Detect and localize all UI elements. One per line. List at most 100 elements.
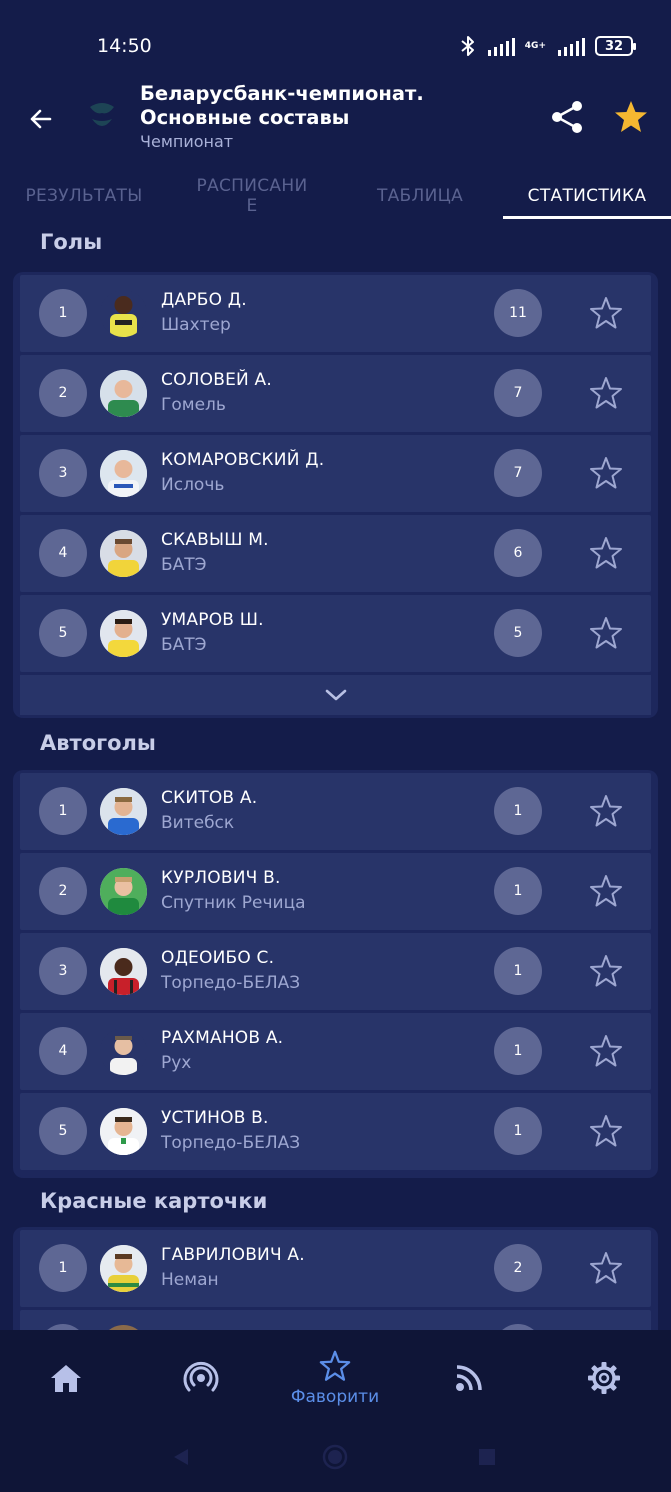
list-item[interactable]: 3 ОДЕОИБО С. Торпедо-БЕЛАЗ 1 (20, 933, 651, 1010)
star-outline-icon[interactable] (588, 953, 624, 989)
home-icon (51, 1364, 81, 1392)
player-team: Торпедо-БЕЛАЗ (161, 973, 301, 993)
status-time: 14:50 (97, 35, 152, 57)
list-item[interactable]: 5 УМАРОВ Ш. БАТЭ 5 (20, 595, 651, 672)
goals-card: 1 ДАРБО Д. Шахтер 11 2 СОЛОВЕЙ А. Гомель… (13, 272, 658, 718)
list-item[interactable]: 1 ДАРБО Д. Шахтер 11 (20, 275, 651, 352)
star-outline-icon[interactable] (588, 375, 624, 411)
rank-badge: 3 (39, 449, 87, 497)
player-team: Спутник Речица (161, 893, 306, 913)
player-team: Рух (161, 1053, 192, 1073)
list-item[interactable]: 2 КУРЛОВИЧ В. Спутник Речица 1 (20, 853, 651, 930)
stat-value: 11 (494, 289, 542, 337)
home-circle-icon[interactable] (322, 1444, 348, 1470)
list-item[interactable]: 1 СКИТОВ А. Витебск 1 (20, 773, 651, 850)
avatar (100, 370, 147, 417)
avatar (100, 1245, 147, 1292)
back-triangle-icon[interactable] (172, 1447, 190, 1467)
avatar (100, 868, 147, 915)
star-outline-icon[interactable] (588, 295, 624, 331)
avatar (100, 1108, 147, 1155)
tab-results[interactable]: РЕЗУЛЬТАТЫ (0, 170, 168, 222)
list-item[interactable]: 4 СКАВЫШ М. БАТЭ 6 (20, 515, 651, 592)
star-outline-icon[interactable] (588, 455, 624, 491)
battery-icon: 32 (595, 36, 636, 56)
list-item[interactable]: 3 КОМАРОВСКИЙ Д. Ислочь 7 (20, 435, 651, 512)
share-icon[interactable] (548, 98, 586, 136)
player-name: УСТИНОВ В. (161, 1108, 269, 1128)
expand-list-button[interactable] (20, 675, 651, 715)
rank-badge: 5 (39, 1107, 87, 1155)
battery-level: 32 (604, 38, 624, 54)
player-team: Гомель (161, 395, 226, 415)
rank-badge: 3 (39, 947, 87, 995)
stat-value: 1 (494, 947, 542, 995)
stat-value: 6 (494, 529, 542, 577)
signal-icon-2 (558, 36, 585, 56)
rank-badge: 1 (39, 1244, 87, 1292)
player-team: Шахтер (161, 315, 231, 335)
player-name: ДАРБО Д. (161, 290, 247, 310)
star-outline-icon[interactable] (588, 1113, 624, 1149)
player-team: БАТЭ (161, 555, 207, 575)
back-arrow-icon[interactable] (24, 102, 58, 136)
stat-value: 7 (494, 449, 542, 497)
page-subtitle: Чемпионат (140, 132, 234, 151)
tab-statistics[interactable]: СТАТИСТИКА (503, 170, 671, 222)
active-tab-indicator (503, 216, 671, 219)
player-name: СОЛОВЕЙ А. (161, 370, 272, 390)
nav-live[interactable] (141, 1330, 261, 1425)
avatar (100, 450, 147, 497)
star-outline-icon[interactable] (588, 1033, 624, 1069)
red-cards-card: 1 ГАВРИЛОВИЧ А. Неман 2 (13, 1227, 658, 1330)
list-item[interactable] (20, 1310, 651, 1330)
star-outline-icon[interactable] (588, 873, 624, 909)
app-header: Беларусбанк-чемпионат. Основные составы … (0, 80, 671, 160)
settings-gear-icon (588, 1361, 620, 1394)
section-title-own-goals: Автоголы (40, 731, 156, 755)
list-item[interactable]: 2 СОЛОВЕЙ А. Гомель 7 (20, 355, 651, 432)
recents-square-icon[interactable] (478, 1448, 496, 1466)
player-team: Неман (161, 1270, 219, 1290)
stat-value: 2 (494, 1244, 542, 1292)
player-team: Ислочь (161, 475, 225, 495)
player-name: КУРЛОВИЧ В. (161, 868, 281, 888)
stat-value: 1 (494, 867, 542, 915)
star-filled-icon[interactable] (612, 98, 650, 136)
list-item[interactable]: 4 РАХМАНОВ А. Рух 1 (20, 1013, 651, 1090)
star-outline-icon[interactable] (588, 1250, 624, 1286)
nav-favorites[interactable]: Фаворити (275, 1330, 395, 1425)
statistics-content[interactable]: Голы 1 ДАРБО Д. Шахтер 11 2 СОЛОВЕЙ А. Г… (0, 222, 671, 1330)
player-name: РАХМАНОВ А. (161, 1028, 284, 1048)
network-type: 4G+ (524, 40, 546, 51)
list-item[interactable]: 5 УСТИНОВ В. Торпедо-БЕЛАЗ 1 (20, 1093, 651, 1170)
tab-schedule[interactable]: РАСПИСАНИ Е (168, 170, 336, 222)
avatar (100, 948, 147, 995)
chevron-down-icon (325, 689, 346, 701)
nav-favorites-label: Фаворити (290, 1386, 380, 1407)
nav-settings[interactable] (544, 1330, 664, 1425)
section-title-red-cards: Красные карточки (40, 1189, 268, 1213)
stat-value: 1 (494, 1027, 542, 1075)
title-line-2: Основные составы (140, 106, 350, 129)
list-item[interactable]: 1 ГАВРИЛОВИЧ А. Неман 2 (20, 1230, 651, 1307)
rank-badge: 1 (39, 787, 87, 835)
rank-badge: 4 (39, 1027, 87, 1075)
stat-value: 7 (494, 369, 542, 417)
nav-home[interactable] (6, 1330, 126, 1425)
star-outline-icon[interactable] (588, 535, 624, 571)
player-name: ОДЕОИБО С. (161, 948, 275, 968)
section-title-goals: Голы (40, 230, 103, 254)
avatar (100, 290, 147, 337)
star-outline-icon[interactable] (588, 793, 624, 829)
avatar (100, 610, 147, 657)
league-logo (90, 103, 114, 126)
star-outline-icon (319, 1350, 351, 1381)
star-outline-icon[interactable] (588, 615, 624, 651)
tab-table[interactable]: ТАБЛИЦА (336, 170, 504, 222)
page-title: Беларусбанк-чемпионат. Основные составы (140, 82, 424, 130)
rss-feed-icon (456, 1364, 482, 1391)
avatar (100, 788, 147, 835)
player-team: БАТЭ (161, 635, 207, 655)
nav-feed[interactable] (409, 1330, 529, 1425)
